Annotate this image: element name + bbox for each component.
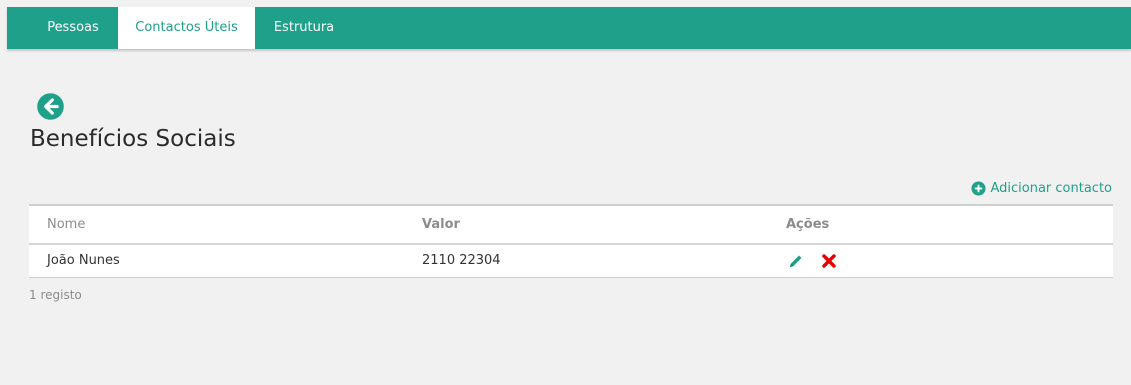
header-nome: Nome (47, 217, 86, 232)
tab-pessoas[interactable]: Pessoas (37, 7, 109, 49)
header-valor: Valor (422, 217, 460, 232)
row-actions (788, 253, 837, 269)
pencil-icon[interactable] (788, 253, 804, 269)
contacts-table: Nome Valor Ações João Nunes 2110 22304 (29, 204, 1113, 278)
arrow-circle-left-icon (37, 93, 64, 120)
tab-contactos-uteis[interactable]: Contactos Úteis (118, 7, 255, 49)
record-count: 1 registo (29, 288, 82, 302)
add-contact-label: Adicionar contacto (990, 181, 1112, 196)
cell-valor: 2110 22304 (422, 253, 501, 268)
table-row: João Nunes 2110 22304 (29, 245, 1113, 278)
table-header: Nome Valor Ações (29, 206, 1113, 245)
add-contact-link[interactable]: Adicionar contacto (971, 181, 1112, 196)
plus-circle-icon (971, 181, 986, 196)
header-acoes: Ações (786, 217, 830, 232)
tab-estrutura[interactable]: Estrutura (262, 7, 346, 49)
cell-nome: João Nunes (47, 253, 120, 268)
close-icon[interactable] (821, 253, 837, 269)
top-navbar: Pessoas Contactos Úteis Estrutura (7, 7, 1131, 49)
page-title: Benefícios Sociais (30, 126, 236, 152)
back-button[interactable] (36, 92, 65, 121)
